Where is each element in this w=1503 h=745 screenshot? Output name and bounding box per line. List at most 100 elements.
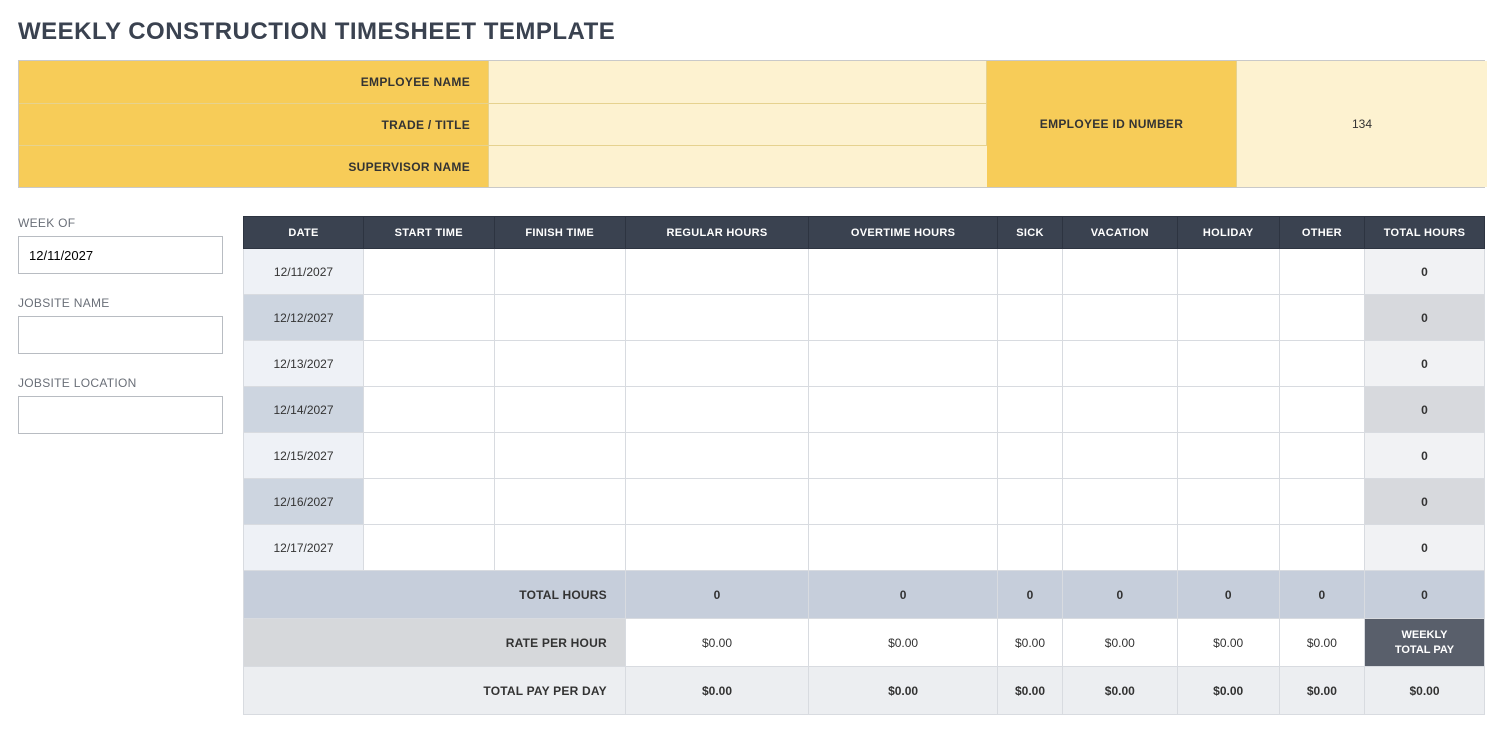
cell-start[interactable] — [364, 525, 495, 571]
rate-vacation[interactable]: $0.00 — [1063, 619, 1177, 667]
trade-title-value[interactable] — [489, 103, 987, 145]
rate-sick[interactable]: $0.00 — [997, 619, 1062, 667]
cell-sick[interactable] — [997, 249, 1062, 295]
cell-vacation[interactable] — [1063, 525, 1177, 571]
cell-holiday[interactable] — [1177, 295, 1279, 341]
total-pay-overtime: $0.00 — [809, 667, 998, 715]
supervisor-name-label: SUPERVISOR NAME — [19, 145, 489, 187]
cell-overtime[interactable] — [809, 525, 998, 571]
cell-regular[interactable] — [625, 525, 808, 571]
cell-other[interactable] — [1279, 249, 1364, 295]
cell-sick[interactable] — [997, 341, 1062, 387]
cell-finish[interactable] — [494, 341, 625, 387]
cell-regular[interactable] — [625, 341, 808, 387]
total-pay-other: $0.00 — [1279, 667, 1364, 715]
table-row: 12/13/20270 — [244, 341, 1485, 387]
table-row: 12/16/20270 — [244, 479, 1485, 525]
cell-date: 12/15/2027 — [244, 433, 364, 479]
cell-finish[interactable] — [494, 249, 625, 295]
cell-finish[interactable] — [494, 433, 625, 479]
cell-other[interactable] — [1279, 479, 1364, 525]
trade-title-label: TRADE / TITLE — [19, 103, 489, 145]
cell-sick[interactable] — [997, 525, 1062, 571]
cell-total: 0 — [1365, 249, 1485, 295]
cell-sick[interactable] — [997, 295, 1062, 341]
jobsite-location-input[interactable] — [18, 396, 223, 434]
cell-holiday[interactable] — [1177, 525, 1279, 571]
rate-holiday[interactable]: $0.00 — [1177, 619, 1279, 667]
cell-regular[interactable] — [625, 249, 808, 295]
cell-other[interactable] — [1279, 387, 1364, 433]
cell-date: 12/11/2027 — [244, 249, 364, 295]
cell-overtime[interactable] — [809, 433, 998, 479]
cell-regular[interactable] — [625, 387, 808, 433]
cell-start[interactable] — [364, 249, 495, 295]
cell-vacation[interactable] — [1063, 249, 1177, 295]
cell-date: 12/14/2027 — [244, 387, 364, 433]
cell-holiday[interactable] — [1177, 341, 1279, 387]
cell-sick[interactable] — [997, 433, 1062, 479]
cell-vacation[interactable] — [1063, 341, 1177, 387]
cell-sick[interactable] — [997, 479, 1062, 525]
employee-id-value[interactable]: 134 — [1237, 61, 1487, 187]
cell-holiday[interactable] — [1177, 479, 1279, 525]
cell-overtime[interactable] — [809, 341, 998, 387]
rate-other[interactable]: $0.00 — [1279, 619, 1364, 667]
cell-vacation[interactable] — [1063, 479, 1177, 525]
cell-start[interactable] — [364, 341, 495, 387]
jobsite-name-input[interactable] — [18, 316, 223, 354]
cell-overtime[interactable] — [809, 249, 998, 295]
cell-regular[interactable] — [625, 479, 808, 525]
cell-finish[interactable] — [494, 295, 625, 341]
cell-total: 0 — [1365, 525, 1485, 571]
rate-regular[interactable]: $0.00 — [625, 619, 808, 667]
col-other: OTHER — [1279, 217, 1364, 249]
cell-total: 0 — [1365, 387, 1485, 433]
page-title: WEEKLY CONSTRUCTION TIMESHEET TEMPLATE — [18, 18, 1485, 46]
col-vacation: VACATION — [1063, 217, 1177, 249]
cell-other[interactable] — [1279, 295, 1364, 341]
total-pay-label: TOTAL PAY PER DAY — [244, 667, 626, 715]
employee-id-label: EMPLOYEE ID NUMBER — [987, 61, 1237, 187]
cell-other[interactable] — [1279, 525, 1364, 571]
cell-regular[interactable] — [625, 433, 808, 479]
cell-vacation[interactable] — [1063, 433, 1177, 479]
cell-overtime[interactable] — [809, 387, 998, 433]
cell-holiday[interactable] — [1177, 387, 1279, 433]
cell-total: 0 — [1365, 433, 1485, 479]
cell-start[interactable] — [364, 479, 495, 525]
employee-name-label: EMPLOYEE NAME — [19, 61, 489, 103]
total-hours-label: TOTAL HOURS — [244, 571, 626, 619]
cell-total: 0 — [1365, 295, 1485, 341]
supervisor-name-value[interactable] — [489, 145, 987, 187]
cell-holiday[interactable] — [1177, 433, 1279, 479]
employee-name-value[interactable] — [489, 61, 987, 103]
cell-finish[interactable] — [494, 525, 625, 571]
week-of-label: WEEK OF — [18, 216, 223, 230]
weekly-total-pay-label: WEEKLYTOTAL PAY — [1365, 619, 1485, 667]
total-hours-vacation: 0 — [1063, 571, 1177, 619]
cell-total: 0 — [1365, 341, 1485, 387]
cell-overtime[interactable] — [809, 479, 998, 525]
employee-header-block: EMPLOYEE NAME EMPLOYEE ID NUMBER 134 TRA… — [18, 60, 1485, 188]
cell-regular[interactable] — [625, 295, 808, 341]
cell-holiday[interactable] — [1177, 249, 1279, 295]
rate-label: RATE PER HOUR — [244, 619, 626, 667]
cell-overtime[interactable] — [809, 295, 998, 341]
cell-sick[interactable] — [997, 387, 1062, 433]
cell-finish[interactable] — [494, 387, 625, 433]
rate-overtime[interactable]: $0.00 — [809, 619, 998, 667]
cell-start[interactable] — [364, 433, 495, 479]
table-row: 12/11/2027 0 — [244, 249, 1485, 295]
cell-finish[interactable] — [494, 479, 625, 525]
cell-other[interactable] — [1279, 433, 1364, 479]
cell-start[interactable] — [364, 387, 495, 433]
cell-start[interactable] — [364, 295, 495, 341]
week-of-input[interactable] — [18, 236, 223, 274]
col-finish: FINISH TIME — [494, 217, 625, 249]
cell-other[interactable] — [1279, 341, 1364, 387]
table-row: 12/12/20270 — [244, 295, 1485, 341]
cell-vacation[interactable] — [1063, 295, 1177, 341]
cell-vacation[interactable] — [1063, 387, 1177, 433]
col-total: TOTAL HOURS — [1365, 217, 1485, 249]
